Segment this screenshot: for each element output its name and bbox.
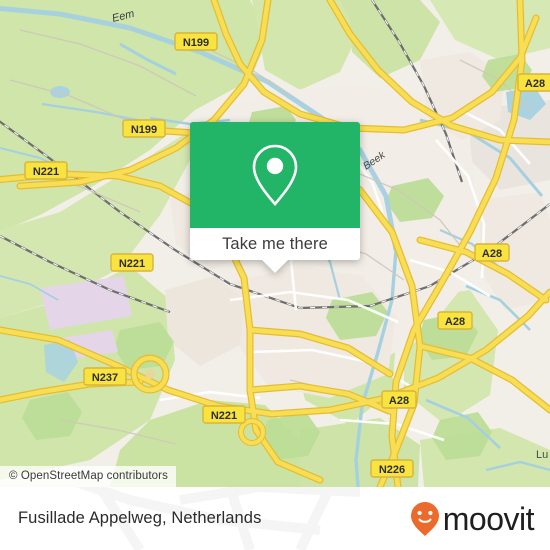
road-shield-n226: N226: [370, 459, 414, 478]
road-shield-n221-b: N221: [110, 253, 154, 272]
svg-text:N221: N221: [119, 258, 145, 270]
map-pin-icon: [252, 144, 298, 206]
callout-action-area[interactable]: Take me there: [190, 228, 360, 273]
svg-text:N237: N237: [92, 372, 118, 384]
moovit-map-screenshot: Eem Beek Lu N199 N199 N221 N221 N237 N22…: [0, 0, 550, 550]
svg-text:N221: N221: [211, 410, 237, 422]
road-shield-a28-b: A28: [474, 243, 510, 262]
callout-tail: [262, 260, 288, 273]
road-shield-n221-c: N221: [202, 405, 246, 424]
moovit-wordmark: moovit: [442, 500, 535, 537]
road-shield-a28-d: A28: [381, 390, 417, 409]
map-attribution[interactable]: © OpenStreetMap contributors: [0, 466, 176, 487]
svg-text:N221: N221: [33, 166, 59, 178]
svg-text:N199: N199: [183, 37, 209, 49]
location-callout-card[interactable]: Take me there: [190, 122, 360, 273]
road-shield-a28-a: A28: [517, 73, 550, 92]
moovit-pin-smile-icon: [410, 501, 439, 536]
svg-text:N226: N226: [379, 464, 405, 476]
road-shield-n199-b: N199: [122, 119, 166, 138]
road-shield-a28-c: A28: [437, 311, 473, 330]
moovit-logo[interactable]: moovit: [410, 500, 535, 537]
map-label-partial: Lu: [536, 449, 548, 461]
road-shield-n199-a: N199: [174, 32, 218, 51]
road-shield-n237: N237: [83, 367, 127, 386]
footer-bar: Fusillade Appelweg, Netherlands moovit: [0, 487, 550, 550]
svg-text:A28: A28: [445, 316, 465, 328]
road-shield-n221-a: N221: [24, 161, 68, 180]
svg-text:A28: A28: [389, 395, 409, 407]
svg-text:A28: A28: [482, 248, 502, 260]
callout-icon-area: [190, 122, 360, 228]
location-title: Fusillade Appelweg, Netherlands: [18, 509, 262, 527]
svg-text:A28: A28: [525, 78, 545, 90]
take-me-there-label: Take me there: [222, 235, 328, 253]
svg-text:N199: N199: [131, 124, 157, 136]
